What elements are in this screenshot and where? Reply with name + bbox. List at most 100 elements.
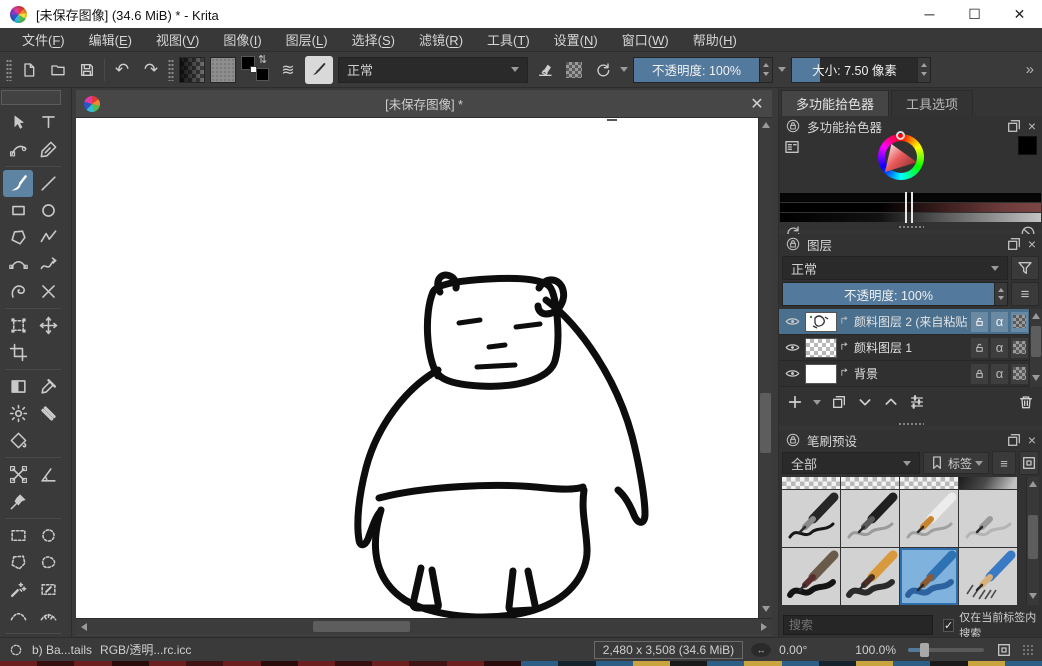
splitter-grip[interactable]: [898, 225, 924, 229]
canvas-horizontal-scrollbar[interactable]: [76, 618, 772, 634]
brush-preset[interactable]: [959, 490, 1017, 547]
layer-lock-icon[interactable]: [971, 364, 988, 384]
tab-tool-options[interactable]: 工具选项: [891, 90, 973, 116]
menu-item[interactable]: 帮助(H): [681, 30, 749, 49]
tool-transform[interactable]: [3, 312, 33, 339]
layer-row[interactable]: 颜料图层 1α: [779, 335, 1042, 361]
lock-docker-icon[interactable]: [785, 432, 801, 448]
preserve-alpha-button[interactable]: [562, 57, 586, 83]
inherit-alpha-toggle[interactable]: α: [991, 364, 1008, 384]
brush-preset[interactable]: [782, 477, 840, 489]
value-bar[interactable]: [780, 213, 1041, 222]
layer-visibility-toggle[interactable]: [782, 366, 802, 381]
tool-multibrush[interactable]: [33, 278, 63, 305]
scroll-left-icon[interactable]: [81, 623, 87, 631]
toolbox-docker-tab[interactable]: [1, 90, 61, 105]
save-button[interactable]: [75, 57, 99, 83]
alpha-lock-toggle[interactable]: [1011, 312, 1028, 332]
alpha-lock-toggle[interactable]: [1011, 364, 1028, 384]
brush-preset-chooser-button[interactable]: ≋: [276, 57, 300, 83]
scroll-down-icon[interactable]: [1032, 375, 1040, 381]
brush-preset[interactable]: [959, 548, 1017, 605]
layer-opacity-slider[interactable]: 不透明度: 100%: [782, 282, 1008, 306]
undo-button[interactable]: ↶: [110, 57, 134, 83]
inherit-alpha-toggle[interactable]: α: [991, 312, 1008, 332]
selection-mode-icon[interactable]: [8, 642, 24, 658]
hue-bar[interactable]: [780, 193, 1041, 202]
brush-preset[interactable]: [900, 477, 958, 489]
tool-magic-wand-select[interactable]: [3, 576, 33, 603]
scroll-up-icon[interactable]: [762, 122, 770, 128]
tool-ellipse-select[interactable]: [33, 522, 63, 549]
tool-text[interactable]: [33, 109, 63, 136]
tool-ellipse[interactable]: [33, 197, 63, 224]
brush-preset[interactable]: [959, 477, 1017, 489]
menu-item[interactable]: 滤镜(R): [407, 30, 475, 49]
tool-edit-shapes[interactable]: [3, 136, 33, 163]
tool-move[interactable]: [33, 312, 63, 339]
tool-freehand-brush[interactable]: [3, 170, 33, 197]
layer-filter-button[interactable]: [1011, 256, 1039, 280]
brush-preset[interactable]: [782, 548, 840, 605]
toolbar-grip[interactable]: [168, 59, 174, 81]
tool-rectangle[interactable]: [3, 197, 33, 224]
search-in-tag-checkbox[interactable]: ✓: [943, 619, 954, 632]
maximize-button[interactable]: ☐: [952, 0, 997, 28]
preset-search-input[interactable]: [783, 615, 933, 635]
gradient-chooser-button[interactable]: [179, 57, 205, 83]
saturation-bar[interactable]: [780, 203, 1041, 212]
alpha-lock-toggle[interactable]: [1011, 338, 1028, 358]
chevron-down-icon[interactable]: [778, 67, 786, 72]
canvas-rotation-icon[interactable]: ↔: [751, 643, 771, 657]
menu-item[interactable]: 视图(V): [144, 30, 211, 49]
inherit-alpha-toggle[interactable]: α: [991, 338, 1008, 358]
close-docker-icon[interactable]: ×: [1028, 118, 1036, 134]
brush-preset[interactable]: [841, 490, 899, 547]
menu-item[interactable]: 图像(I): [211, 30, 273, 49]
close-button[interactable]: ✕: [997, 0, 1042, 28]
redo-button[interactable]: ↷: [139, 57, 163, 83]
scroll-up-icon[interactable]: [1029, 481, 1037, 487]
new-document-button[interactable]: [17, 57, 41, 83]
edit-brush-settings-button[interactable]: [305, 56, 333, 84]
current-color-swatch[interactable]: [1018, 136, 1037, 155]
opacity-spinner[interactable]: [759, 58, 772, 82]
tool-bezier-select[interactable]: [3, 603, 33, 630]
float-docker-icon[interactable]: [1006, 432, 1022, 448]
close-docker-icon[interactable]: ×: [1028, 432, 1036, 448]
horizontal-scroll-thumb[interactable]: [313, 621, 410, 632]
tool-assistants[interactable]: [3, 461, 33, 488]
tool-magnetic-select[interactable]: [33, 603, 63, 630]
value-bar-handle[interactable]: [905, 212, 913, 223]
menu-item[interactable]: 工具(T): [475, 30, 542, 49]
layer-visibility-toggle[interactable]: [782, 314, 802, 329]
lock-docker-icon[interactable]: [785, 236, 801, 252]
scroll-down-icon[interactable]: [762, 606, 770, 612]
layer-unlock-icon[interactable]: [971, 338, 988, 358]
tool-line[interactable]: [33, 170, 63, 197]
tool-similar-select[interactable]: [33, 576, 63, 603]
window-resize-grip[interactable]: [1022, 644, 1034, 656]
tool-gradient[interactable]: [3, 373, 33, 400]
delete-layer-button[interactable]: [1018, 394, 1034, 410]
menu-item[interactable]: 编辑(E): [77, 30, 144, 49]
preset-menu-button[interactable]: ≡: [992, 451, 1016, 475]
tool-fill[interactable]: [3, 427, 33, 454]
tags-button[interactable]: 标签: [923, 452, 989, 474]
swap-colors-icon[interactable]: ⇅: [258, 53, 267, 66]
tool-crop[interactable]: [3, 339, 33, 366]
layer-properties-button[interactable]: [909, 394, 925, 410]
tool-reference-images[interactable]: [3, 488, 33, 515]
layer-visibility-toggle[interactable]: [782, 340, 802, 355]
preset-scroll-thumb[interactable]: [1028, 515, 1038, 559]
close-docker-icon[interactable]: ×: [1028, 236, 1036, 252]
add-layer-dropdown-icon[interactable]: [813, 400, 821, 405]
float-docker-icon[interactable]: [1006, 118, 1022, 134]
tool-bezier-curve[interactable]: [3, 251, 33, 278]
vertical-scroll-thumb[interactable]: [760, 393, 771, 453]
move-layer-up-button[interactable]: [883, 394, 899, 410]
tool-smart-patch[interactable]: [33, 400, 63, 427]
preset-scrollbar[interactable]: [1026, 477, 1039, 605]
scroll-down-icon[interactable]: [1029, 593, 1037, 599]
toolbar-grip[interactable]: [6, 59, 12, 81]
